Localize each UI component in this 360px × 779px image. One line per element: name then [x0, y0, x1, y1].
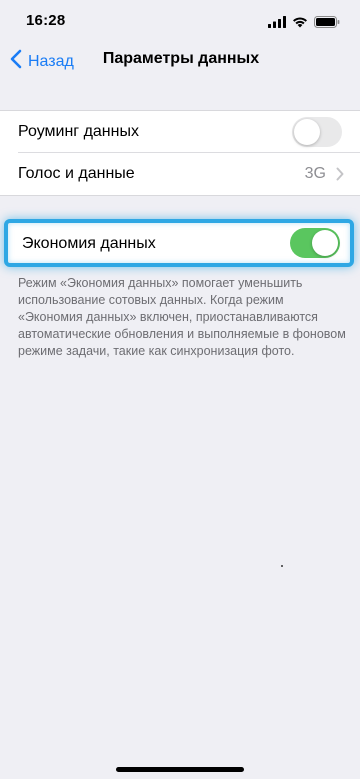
settings-group: Роуминг данных Голос и данные 3G: [0, 110, 360, 196]
low-data-label: Экономия данных: [22, 235, 156, 252]
low-data-description: Режим «Экономия данных» помогает уменьши…: [18, 276, 346, 358]
page-title: Параметры данных: [102, 50, 260, 67]
wifi-icon: [292, 15, 308, 33]
cellular-signal-icon: [268, 15, 286, 33]
low-data-mode-row[interactable]: Экономия данных: [4, 219, 354, 267]
roaming-toggle[interactable]: [292, 117, 342, 147]
battery-icon: [314, 15, 340, 33]
toggle-knob: [312, 230, 338, 256]
chevron-right-icon: [336, 167, 344, 186]
home-indicator[interactable]: [116, 767, 244, 772]
status-bar: 16:28: [0, 0, 360, 44]
roaming-label: Роуминг данных: [18, 123, 139, 140]
voice-data-row[interactable]: Голос и данные 3G: [0, 153, 360, 195]
stray-dot: [281, 565, 283, 567]
voice-data-label: Голос и данные: [18, 165, 135, 182]
low-data-row-content: Экономия данных: [8, 223, 350, 265]
navigation-bar: Назад Параметры данных: [0, 44, 360, 78]
status-time: 16:28: [26, 12, 66, 29]
low-data-toggle[interactable]: [290, 228, 340, 258]
roaming-row[interactable]: Роуминг данных: [0, 111, 360, 153]
voice-data-value: 3G: [304, 165, 326, 182]
status-icons: [268, 15, 340, 33]
toggle-knob: [294, 119, 320, 145]
